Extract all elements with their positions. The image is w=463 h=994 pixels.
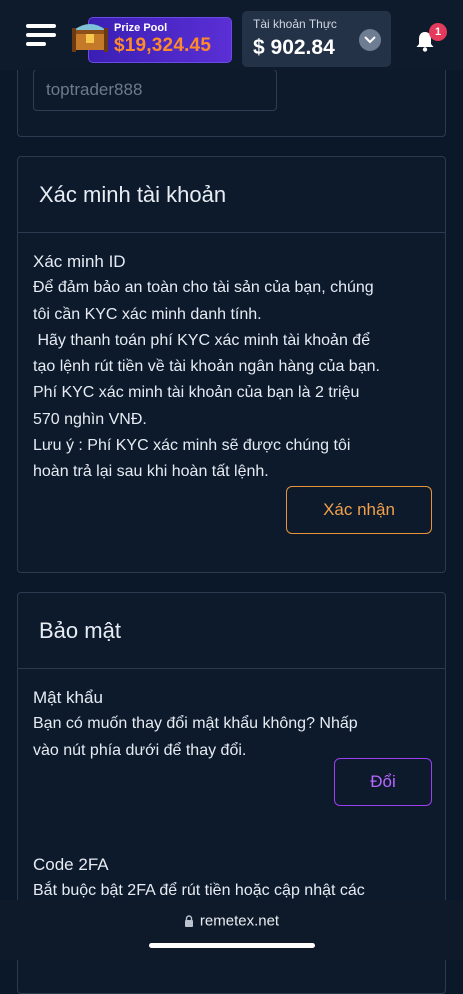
password-title: Mật khẩu [33, 688, 103, 707]
url-text: remetex.net [199, 912, 280, 930]
chevron-down-icon[interactable] [359, 29, 381, 51]
top-bar: Prize Pool $19,324.45 Tài khoản Thực $ 9… [0, 0, 463, 70]
kyc-line: 570 nghìn VNĐ. [33, 410, 147, 428]
account-type-label: Tài khoản Thực [253, 17, 337, 31]
username-field[interactable]: toptrader888 [33, 69, 277, 111]
kyc-line: Lưu ý : Phí KYC xác minh sẽ được chúng t… [33, 437, 351, 455]
prize-pool-value: $19,324.45 [114, 35, 212, 56]
treasure-chest-icon [72, 24, 108, 52]
account-verification-body: Xác minh ID Để đảm bảo an toàn cho tài s… [18, 233, 445, 486]
prize-pool-label: Prize Pool [114, 22, 168, 34]
home-indicator[interactable] [149, 943, 315, 948]
kyc-line: Phí KYC xác minh tài khoản của bạn là 2 … [33, 384, 360, 402]
kyc-line: tạo lệnh rút tiền về tài khoản ngân hàng… [33, 358, 380, 376]
kyc-line: tôi cần KYC xác minh danh tính. [33, 305, 262, 323]
change-password-button[interactable]: Đổi [334, 758, 432, 806]
account-verification-title: Xác minh tài khoản [18, 157, 445, 233]
security-title: Bảo mật [18, 593, 445, 669]
kyc-line: Hãy thanh toán phí KYC xác minh tài khoả… [33, 331, 371, 349]
password-line: Bạn có muốn thay đổi mật khẩu không? Nhấ… [33, 715, 358, 733]
account-balance-value: $ 902.84 [253, 36, 335, 59]
lock-icon [184, 915, 193, 928]
twofa-title: Code 2FA [33, 854, 109, 874]
menu-icon[interactable] [26, 24, 56, 46]
kyc-line: Để đảm bảo an toàn cho tài sản của bạn, … [33, 279, 374, 297]
account-balance-selector[interactable]: Tài khoản Thực $ 902.84 [242, 11, 391, 67]
id-verification-title: Xác minh ID [33, 252, 126, 271]
confirm-button[interactable]: Xác nhận [286, 486, 432, 534]
kyc-line: hoàn trả lại sau khi hoàn tất lệnh. [33, 463, 269, 481]
account-verification-card: Xác minh tài khoản Xác minh ID Để đảm bả… [17, 156, 446, 573]
browser-bottom-bar: remetex.net [0, 900, 463, 960]
notification-badge: 1 [429, 23, 447, 41]
address-bar[interactable]: remetex.net [0, 912, 463, 930]
